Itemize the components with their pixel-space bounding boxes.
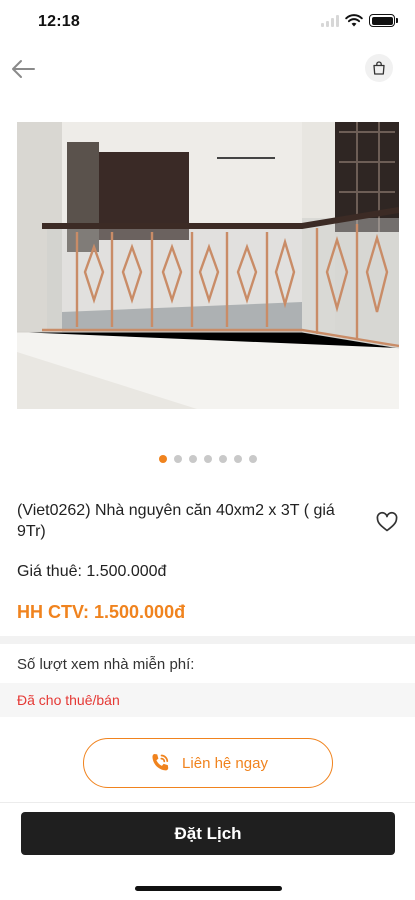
book-appointment-button[interactable]: Đặt Lịch (21, 812, 395, 855)
status-bar: 12:18 (0, 0, 415, 44)
nav-bar (0, 50, 415, 86)
back-button[interactable] (8, 54, 38, 84)
gallery-dot[interactable] (188, 455, 197, 463)
cart-button[interactable] (365, 54, 393, 82)
heart-outline-icon (376, 511, 398, 532)
listing-status: Đã cho thuê/bán (17, 692, 120, 708)
favorite-button[interactable] (375, 510, 399, 534)
home-indicator[interactable] (135, 886, 282, 891)
cellular-signal-icon (321, 14, 339, 27)
shopping-bag-icon (373, 61, 385, 75)
gallery-dot[interactable] (158, 455, 167, 463)
gallery-dot[interactable] (203, 455, 212, 463)
gallery-dot[interactable] (173, 455, 182, 463)
bottom-bar-divider (0, 802, 415, 803)
rent-price: Giá thuê: 1.500.000đ (17, 563, 167, 580)
listing-status-row: Đã cho thuê/bán (0, 683, 415, 717)
gallery-dot[interactable] (218, 455, 227, 463)
status-time: 12:18 (38, 13, 80, 30)
gallery-dot[interactable] (248, 455, 257, 463)
listing-photo[interactable] (17, 122, 399, 409)
battery-icon (369, 14, 398, 27)
status-icons (321, 14, 398, 27)
gallery-dot[interactable] (233, 455, 242, 463)
commission-price: HH CTV: 1.500.000đ (17, 602, 186, 622)
contact-now-button[interactable]: Liên hệ ngay (83, 738, 333, 788)
listing-title: (Viet0262) Nhà nguyên căn 40xm2 x 3T ( g… (17, 502, 335, 540)
free-views-label: Số lượt xem nhà miễn phí: (17, 656, 195, 673)
wifi-icon (345, 14, 363, 27)
gallery-pagination (0, 455, 415, 463)
contact-now-label: Liên hệ ngay (182, 754, 268, 772)
book-appointment-label: Đặt Lịch (174, 823, 242, 843)
back-arrow-icon (12, 60, 35, 78)
section-divider (0, 636, 415, 644)
phone-ringing-icon (152, 754, 169, 771)
